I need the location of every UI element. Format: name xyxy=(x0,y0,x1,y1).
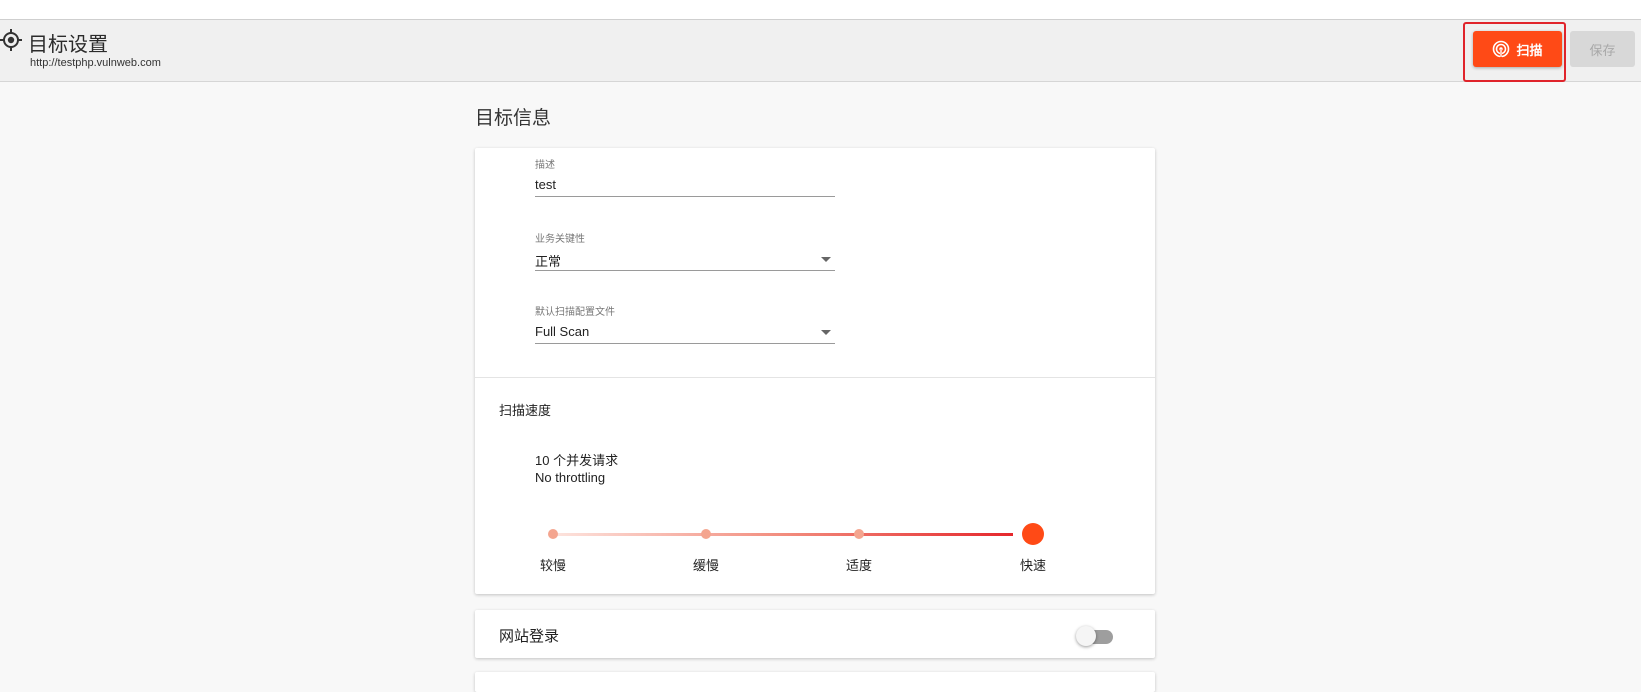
scan-button[interactable]: 扫描 xyxy=(1473,31,1562,67)
chevron-down-icon xyxy=(821,257,831,262)
target-url: http://testphp.vulnweb.com xyxy=(30,57,161,69)
next-card xyxy=(475,672,1155,692)
divider xyxy=(475,377,1155,378)
criticality-select[interactable]: 正常 xyxy=(535,249,835,271)
profile-label: 默认扫描配置文件 xyxy=(535,307,615,318)
page-header: 目标设置 http://testphp.vulnweb.com 扫描 保存 xyxy=(0,20,1641,82)
section-title: 目标信息 xyxy=(475,108,552,129)
site-login-toggle-knob[interactable] xyxy=(1076,626,1096,646)
slider-label-moderate: 适度 xyxy=(845,558,872,573)
scan-speed-title: 扫描速度 xyxy=(499,403,552,418)
target-icon xyxy=(0,29,22,51)
top-strip xyxy=(0,0,1641,20)
profile-value: Full Scan xyxy=(535,324,590,339)
scan-speed-slider-thumb[interactable] xyxy=(1022,523,1044,545)
criticality-value: 正常 xyxy=(535,254,562,269)
profile-select[interactable]: Full Scan xyxy=(535,322,835,344)
description-label: 描述 xyxy=(535,160,555,171)
scan-speed-throttling: No throttling xyxy=(535,470,606,485)
chevron-down-icon xyxy=(821,330,831,335)
criticality-field: 业务关键性 正常 xyxy=(535,230,835,271)
site-login-title: 网站登录 xyxy=(499,628,560,645)
radar-icon xyxy=(1493,40,1510,58)
save-button[interactable]: 保存 xyxy=(1570,31,1635,67)
scan-button-label: 扫描 xyxy=(1516,42,1543,58)
slider-label-fast: 快速 xyxy=(1019,558,1046,573)
scan-speed-requests: 10 个并发请求 xyxy=(535,453,619,468)
slider-step-moderate[interactable] xyxy=(854,529,864,539)
profile-field: 默认扫描配置文件 Full Scan xyxy=(535,303,835,344)
description-field: 描述 test xyxy=(535,156,835,197)
description-input[interactable]: test xyxy=(535,175,835,197)
slider-step-slower[interactable] xyxy=(548,529,558,539)
slider-label-slow: 缓慢 xyxy=(692,558,719,573)
slider-step-slow[interactable] xyxy=(701,529,711,539)
slider-label-slower: 较慢 xyxy=(539,558,566,573)
page-title: 目标设置 xyxy=(28,34,108,56)
criticality-label: 业务关键性 xyxy=(535,234,585,245)
site-login-card: 网站登录 xyxy=(475,610,1155,658)
scan-speed-slider-track[interactable] xyxy=(553,533,1013,536)
target-info-card: 描述 test 业务关键性 正常 默认扫描配置文件 Full Scan 扫描速度… xyxy=(475,148,1155,594)
